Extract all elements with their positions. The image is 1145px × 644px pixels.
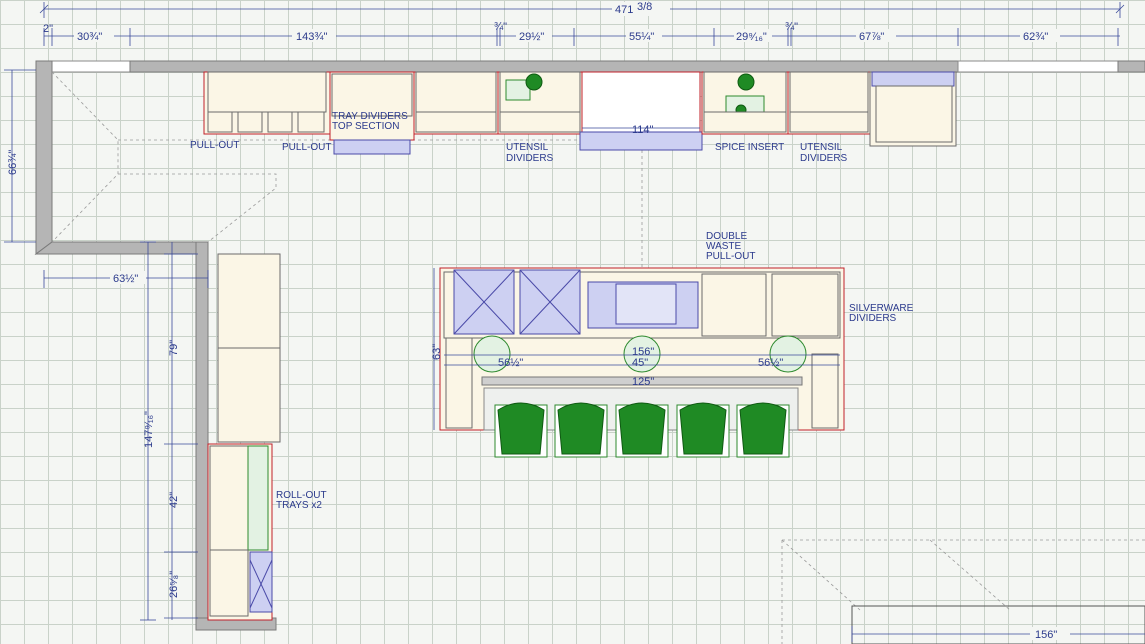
- dim-d4: ¾": [494, 21, 507, 33]
- dim-d5: 29½": [519, 31, 544, 43]
- stool-1: [494, 402, 548, 458]
- label-waste-c: PULL-OUT: [706, 251, 755, 262]
- top-segment-dimensions: 2" 30¾" 143¾" ¾" 29½" 55¼" 29⁹⁄₁₆" ¾" 67…: [43, 21, 1120, 46]
- stool-5: [736, 402, 790, 458]
- dim-island-right: 56½": [758, 357, 783, 369]
- label-utensil-1a: UTENSIL: [506, 142, 549, 153]
- label-utensil-2a: UTENSIL: [800, 142, 843, 153]
- dim-d10: 62¾": [1023, 31, 1048, 43]
- plant-icon-right: [737, 73, 755, 91]
- bar-stools: [494, 402, 790, 458]
- stool-3: [615, 402, 669, 458]
- overall-dim: 471: [615, 4, 633, 16]
- dim-seg1: 79": [168, 340, 180, 356]
- overall-dim-frac: 3/8: [637, 1, 652, 13]
- stool-4: [676, 402, 730, 458]
- dim-d7: 29⁹⁄₁₆": [736, 31, 767, 43]
- dim-d2: 30¾": [77, 31, 102, 43]
- floor-plan: 471 3/8 2" 30¾" 143¾" ¾" 29½" 55¼" 29⁹⁄₁…: [4, 1, 1145, 644]
- bottom-right-structure: 156": [851, 605, 1145, 644]
- left-cabinet-run: [207, 253, 281, 621]
- plant-icon-left: [525, 73, 543, 91]
- dim-island-depth: 63": [431, 344, 443, 360]
- left-run-dimensions: 147⁹⁄₁₆" 79" 42" 26⁵⁄₈": [140, 241, 198, 621]
- label-spice-insert: SPICE INSERT: [715, 142, 784, 153]
- dim-d8: ¾": [785, 21, 798, 33]
- dim-d1: 2": [43, 23, 53, 35]
- label-rollout-b: TRAYS x2: [276, 500, 322, 511]
- dim-bottom-right: 156": [1035, 629, 1057, 641]
- label-silverware-b: DIVIDERS: [849, 313, 897, 324]
- dim-d6: 55¼": [629, 31, 654, 43]
- label-pullout-1: PULL-OUT: [190, 140, 239, 151]
- dim-seg2: 42": [168, 492, 180, 508]
- dim-island-center: 45": [632, 357, 648, 369]
- dim-left-upper: 66¾": [7, 150, 19, 175]
- dim-island-left: 56½": [498, 357, 523, 369]
- dim-island-counter: 125": [632, 376, 654, 388]
- return-width-dimension: 63½": [43, 270, 209, 288]
- dim-window: 114": [632, 124, 654, 136]
- stool-2: [554, 402, 608, 458]
- label-pullout-2: PULL-OUT: [282, 142, 331, 153]
- label-utensil-1b: DIVIDERS: [506, 153, 554, 164]
- label-top-section: TOP SECTION: [332, 121, 399, 132]
- dim-left-total: 147⁹⁄₁₆": [143, 411, 155, 448]
- dim-seg3: 26⁵⁄₈": [168, 571, 180, 598]
- top-overall-dimension: 471 3/8: [39, 1, 1125, 18]
- dim-d9: 67⅞": [859, 31, 884, 43]
- dim-return-width: 63½": [113, 273, 138, 285]
- dim-d3: 143¾": [296, 31, 328, 43]
- label-utensil-2b: DIVIDERS: [800, 153, 848, 164]
- left-upper-dimension: 66¾": [4, 69, 36, 243]
